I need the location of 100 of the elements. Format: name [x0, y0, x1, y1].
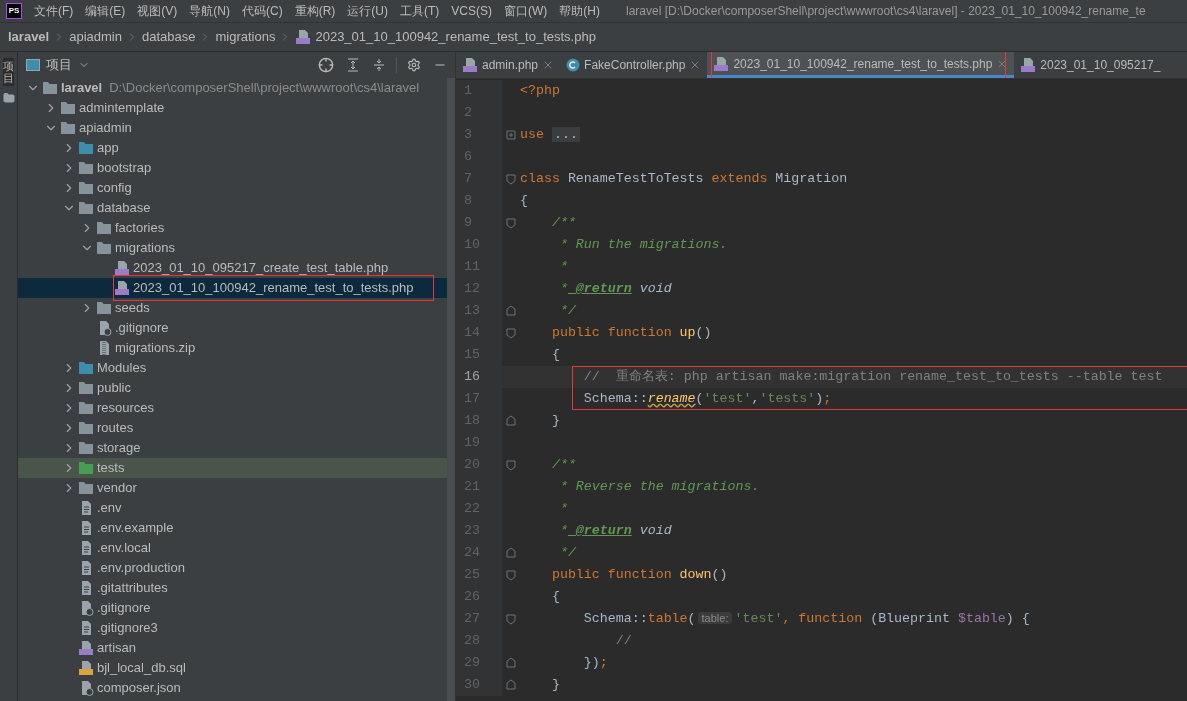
- code-line: * Reverse the migrations.: [558, 478, 760, 497]
- fold-icon[interactable]: [505, 173, 517, 185]
- folder-icon: [60, 121, 76, 135]
- tree-item[interactable]: .env: [18, 498, 447, 518]
- fold-icon[interactable]: [505, 459, 517, 471]
- fold-icon[interactable]: [505, 547, 517, 559]
- tree-item[interactable]: seeds: [18, 298, 447, 318]
- tree-item[interactable]: bootstrap: [18, 158, 447, 178]
- menu-item[interactable]: 代码(C): [236, 2, 289, 20]
- locate-icon[interactable]: [318, 57, 334, 73]
- editor-tab[interactable]: FakeController.php: [560, 52, 708, 78]
- breadcrumb-item[interactable]: laravel: [8, 27, 50, 47]
- code-line: */: [558, 302, 576, 321]
- breadcrumb-item[interactable]: database: [141, 27, 196, 47]
- tree-item[interactable]: database: [18, 198, 447, 218]
- tree-item[interactable]: .env.example: [18, 518, 447, 538]
- tree-item[interactable]: Modules: [18, 358, 447, 378]
- tree-item[interactable]: .gitignore: [18, 318, 447, 338]
- menu-item[interactable]: 视图(V): [131, 2, 184, 20]
- expand-all-icon[interactable]: [346, 58, 360, 72]
- tree-item[interactable]: 2023_01_10_100942_rename_test_to_tests.php: [18, 278, 447, 298]
- fold-icon[interactable]: [505, 327, 517, 339]
- code-line: class RenameTestToTests extends Migration: [520, 170, 848, 189]
- tree-item[interactable]: .gitattributes: [18, 578, 447, 598]
- breadcrumb-item[interactable]: migrations: [215, 27, 276, 47]
- tree-item[interactable]: laravel D:\Docker\composerShell\project\wwwroot\cs4\laravel: [18, 78, 447, 98]
- settings-icon[interactable]: [407, 58, 421, 72]
- code-line: // 重命名表: php artisan make:migration rename_test_to_tests --table test: [582, 368, 1163, 387]
- tree-item[interactable]: 2023_01_10_095217_create_test_table.php: [18, 258, 447, 278]
- menu-item[interactable]: 帮助(H): [553, 2, 606, 20]
- fold-icon[interactable]: [505, 305, 517, 317]
- folder-icon: [60, 101, 76, 115]
- code-line: <?php: [520, 82, 560, 101]
- tree-item[interactable]: composer.json: [18, 678, 447, 698]
- fold-icon[interactable]: [505, 217, 517, 229]
- tree-item[interactable]: routes: [18, 418, 447, 438]
- tree-item[interactable]: public: [18, 378, 447, 398]
- menu-item[interactable]: 窗口(W): [498, 2, 554, 20]
- php-file-icon: [1020, 57, 1037, 73]
- tree-item[interactable]: .gitignore3: [18, 618, 447, 638]
- app-logo: PS: [6, 3, 22, 19]
- menu-item[interactable]: 重构(R): [288, 2, 342, 20]
- menu-item[interactable]: 导航(N): [183, 2, 236, 20]
- code-line: {: [550, 588, 560, 607]
- scrollbar[interactable]: [447, 78, 455, 701]
- expand-fold-icon[interactable]: [505, 129, 517, 141]
- fold-icon[interactable]: [505, 679, 517, 691]
- tree-item[interactable]: .env.local: [18, 538, 447, 558]
- code-line: {: [520, 192, 528, 211]
- tree-item[interactable]: storage: [18, 438, 447, 458]
- tree-item-label: app: [97, 139, 119, 158]
- collapse-all-icon[interactable]: [372, 58, 386, 72]
- editor-tab[interactable]: admin.php: [456, 52, 561, 78]
- tree-item-label: .env.example: [97, 519, 174, 538]
- fold-icon[interactable]: [505, 415, 517, 427]
- tree-item[interactable]: migrations.zip: [18, 338, 447, 358]
- folder-icon: [78, 421, 94, 435]
- tree-item-label: migrations: [115, 239, 175, 258]
- tree-item-path: D:\Docker\composerShell\project\wwwroot\cs4\laravel: [109, 79, 420, 98]
- tree-item-label: laravel: [61, 79, 103, 98]
- tree-item[interactable]: tests: [18, 458, 447, 478]
- folder-icon: [78, 461, 94, 475]
- tree-item[interactable]: .env.production: [18, 558, 447, 578]
- menu-item[interactable]: 工具(T): [394, 2, 446, 20]
- folder-icon: [96, 241, 112, 255]
- tree-item[interactable]: admintemplate: [18, 98, 447, 118]
- fold-icon[interactable]: [505, 569, 517, 581]
- tree-item[interactable]: artisan: [18, 638, 447, 658]
- tree-item[interactable]: migrations: [18, 238, 447, 258]
- folder-icon: [78, 481, 94, 495]
- folder-icon: [78, 401, 94, 415]
- fold-icon[interactable]: [505, 657, 517, 669]
- tree-item[interactable]: factories: [18, 218, 447, 238]
- tree-item[interactable]: app: [18, 138, 447, 158]
- breadcrumb-item[interactable]: 2023_01_10_100942_rename_test_to_tests.php: [315, 27, 596, 47]
- tool-window-tab[interactable]: 项目: [3, 58, 14, 87]
- menu-item[interactable]: VCS(S): [445, 2, 498, 20]
- window-title: laravel [D:\Docker\composerShell\project\wwwroot\cs4\laravel] - 2023_01_10_100942_rename_te: [626, 3, 1146, 20]
- menu-item[interactable]: 运行(U): [341, 2, 394, 20]
- tree-item-label: tests: [97, 459, 125, 478]
- code-line: * @return void: [558, 522, 672, 541]
- folder-icon: [78, 161, 94, 175]
- tree-item[interactable]: resources: [18, 398, 447, 418]
- folder-icon[interactable]: [2, 92, 15, 105]
- editor-tab[interactable]: 2023_01_10_100942_rename_test_to_tests.php: [707, 52, 1015, 78]
- tree-item[interactable]: config: [18, 178, 447, 198]
- code-line: * Run the migrations.: [558, 236, 728, 255]
- fold-icon[interactable]: [505, 613, 517, 625]
- tree-item[interactable]: bjl_local_db.sql: [18, 658, 447, 678]
- menu-item[interactable]: 编辑(E): [79, 2, 132, 20]
- breadcrumb-item[interactable]: apiadmin: [69, 27, 122, 47]
- tree-item[interactable]: vendor: [18, 478, 447, 498]
- code-line: */: [558, 544, 576, 563]
- menu-item[interactable]: 文件(F): [28, 2, 80, 20]
- tree-item[interactable]: .gitignore: [18, 598, 447, 618]
- editor-tab[interactable]: 2023_01_10_095217_: [1014, 52, 1167, 78]
- panel-title[interactable]: 项目: [46, 55, 72, 75]
- code-line: Schema::rename('test','tests');: [582, 390, 832, 409]
- tree-item[interactable]: apiadmin: [18, 118, 447, 138]
- tree-item-label: Modules: [97, 359, 147, 378]
